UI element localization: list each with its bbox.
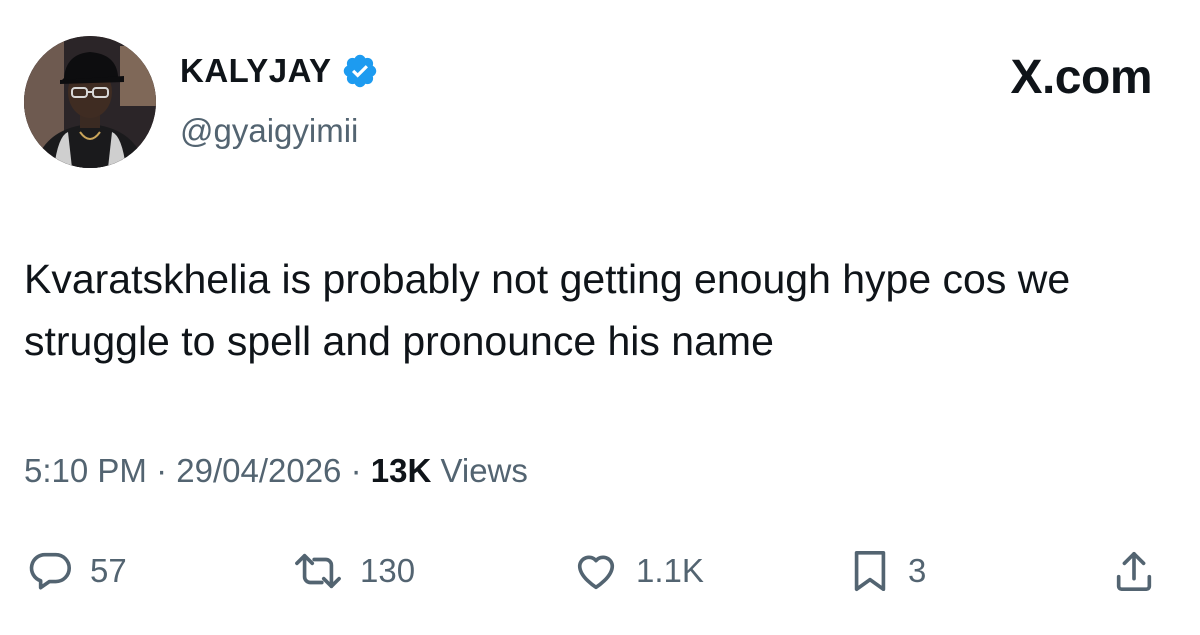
tweet-date[interactable]: 29/04/2026	[176, 452, 341, 489]
tweet-meta: 5:10 PM · 29/04/2026 · 13K Views	[24, 452, 528, 490]
tweet-time[interactable]: 5:10 PM	[24, 452, 147, 489]
author-handle[interactable]: @gyaigyimii	[180, 112, 358, 150]
meta-separator: ·	[341, 452, 371, 489]
repost-button[interactable]: 130	[292, 548, 415, 594]
bookmark-button[interactable]: 3	[848, 548, 926, 594]
meta-separator: ·	[146, 452, 177, 489]
brand-logo[interactable]: X.com	[1010, 50, 1152, 105]
views-label: Views	[431, 452, 528, 489]
like-count: 1.1K	[636, 552, 704, 589]
action-bar: 57 130 1.1K 3	[24, 548, 1174, 598]
like-icon	[577, 555, 615, 590]
reply-count: 57	[90, 552, 127, 589]
bookmark-count: 3	[908, 552, 927, 589]
bookmark-icon	[854, 550, 886, 592]
views-count: 13K	[370, 452, 432, 489]
avatar[interactable]	[24, 36, 156, 168]
repost-count: 130	[360, 552, 416, 589]
repost-icon	[295, 553, 341, 589]
reply-button[interactable]: 57	[28, 548, 127, 594]
author-name-row: KALYJAY	[180, 52, 379, 90]
avatar-image	[24, 36, 156, 168]
share-icon	[1116, 551, 1152, 592]
like-button[interactable]: 1.1K	[572, 548, 704, 594]
tweet-text: Kvaratskhelia is probably not getting en…	[24, 256, 1071, 364]
author-display-name[interactable]: KALYJAY	[180, 52, 331, 90]
verified-badge-icon	[344, 54, 377, 88]
reply-icon	[29, 552, 72, 590]
share-button[interactable]	[1112, 548, 1156, 594]
